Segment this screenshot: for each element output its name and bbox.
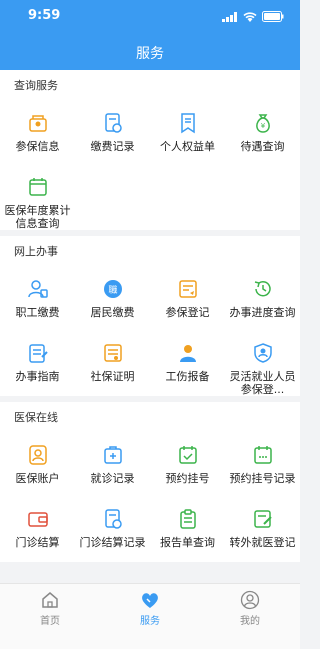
item-label: 就诊记录 [90,472,135,485]
payment-record-icon [104,113,122,133]
section-query: 查询服务 参保信息 缴费记录 个人权益单 ¥ 待遇查询 医保年度累计信息查询 [0,70,300,230]
certificate-icon [103,344,122,362]
page-title: 服务 [136,46,164,62]
guide-icon [28,344,48,363]
resident-icon: 職 [103,280,122,298]
user-icon [240,590,260,610]
tab-mine[interactable]: 我的 [200,584,300,649]
service-item-progress-query[interactable]: 办事进度查询 [225,268,300,332]
item-label: 报告单查询 [160,536,215,549]
item-label: 缴费记录 [90,140,135,153]
service-item-medical-account[interactable]: 医保账户 [0,434,75,498]
app-header: 9:59 服务 [0,0,300,70]
service-content: 查询服务 参保信息 缴费记录 个人权益单 ¥ 待遇查询 医保年度累计信息查询 网… [0,70,300,583]
service-item-settlement-record[interactable]: 门诊结算记录 [75,498,150,562]
service-item-benefits-query[interactable]: ¥ 待遇查询 [225,102,300,166]
service-item-annual-cumulative[interactable]: 医保年度累计信息查询 [0,166,75,230]
calendar-icon [28,178,47,196]
item-label: 办事进度查询 [229,306,296,319]
tab-bar: 首页 服务 我的 [0,583,300,649]
svg-text:¥: ¥ [260,122,265,130]
service-item-guide[interactable]: 办事指南 [0,332,75,396]
battery-icon [262,11,284,22]
calendar-list-icon [253,446,272,464]
item-label: 预约挂号记录 [229,472,296,485]
medical-kit-icon [103,446,122,464]
coins-user-icon [27,280,48,298]
item-label: 职工缴费 [15,306,60,319]
item-label: 待遇查询 [240,140,285,153]
item-label: 转外就医登记 [229,536,296,549]
worker-icon [179,345,196,362]
section-title: 网上办事 [14,245,58,258]
wifi-icon [243,11,257,22]
section-online-affairs: 网上办事 职工缴费 職 居民缴费 参保登记 办事进度查询 办事指南 社保证明 工… [0,236,300,396]
enrollment-form-icon [178,280,197,298]
tab-service[interactable]: 服务 [100,584,200,649]
section-title: 医保在线 [14,411,58,424]
home-icon [42,592,58,608]
service-item-enrollment[interactable]: 参保登记 [150,268,225,332]
item-label: 门诊结算 [15,536,60,549]
calendar-check-icon [178,446,197,464]
service-item-flexible-employment[interactable]: 灵活就业人员参保登... [225,332,300,396]
tab-home[interactable]: 首页 [0,584,100,649]
item-label: 预约挂号 [165,472,210,485]
settlement-record-icon [104,509,122,529]
section-title: 查询服务 [14,79,58,92]
service-item-injury-report[interactable]: 工伤报备 [150,332,225,396]
item-label: 门诊结算记录 [79,536,146,549]
item-label: 居民缴费 [90,306,135,319]
service-item-resident-payment[interactable]: 職 居民缴费 [75,268,150,332]
service-item-employee-payment[interactable]: 职工缴费 [0,268,75,332]
tab-label: 我的 [240,616,260,627]
section-medical-online: 医保在线 医保账户 就诊记录 预约挂号 预约挂号记录 门诊结算 门诊结算记录 报… [0,402,300,562]
item-label: 医保账户 [15,472,60,485]
tab-label: 服务 [140,616,160,627]
wallet-icon [27,512,48,527]
item-label: 个人权益单 [160,140,215,153]
insurance-info-icon [28,115,47,132]
service-item-appointment-record[interactable]: 预约挂号记录 [225,434,300,498]
status-time: 9:59 [28,8,61,23]
shield-user-icon [253,343,272,363]
service-item-referral-registration[interactable]: 转外就医登记 [225,498,300,562]
service-item-insurance-info[interactable]: 参保信息 [0,102,75,166]
referral-icon [253,510,272,528]
service-item-appointment[interactable]: 预约挂号 [150,434,225,498]
item-label: 参保登记 [165,306,210,319]
account-icon [28,445,47,465]
service-item-rights-statement[interactable]: 个人权益单 [150,102,225,166]
item-label: 工伤报备 [165,370,210,383]
service-item-payment-record[interactable]: 缴费记录 [75,102,150,166]
rights-statement-icon [180,113,195,134]
item-label: 灵活就业人员参保登... [229,370,296,396]
tab-label: 首页 [40,616,60,627]
money-bag-icon: ¥ [255,114,270,133]
service-item-visit-record[interactable]: 就诊记录 [75,434,150,498]
item-label: 参保信息 [15,140,60,153]
clock-refresh-icon [254,281,271,297]
service-item-social-certificate[interactable]: 社保证明 [75,332,150,396]
service-item-report-query[interactable]: 报告单查询 [150,498,225,562]
status-bar: 9:59 [0,8,300,24]
status-icons [222,11,284,22]
service-item-outpatient-settlement[interactable]: 门诊结算 [0,498,75,562]
report-icon [179,509,196,529]
signal-icon [222,11,237,22]
heart-icon [142,593,158,608]
svg-text:職: 職 [108,285,117,296]
item-label: 办事指南 [15,370,60,383]
item-label: 社保证明 [90,370,135,383]
item-label: 医保年度累计信息查询 [4,204,71,230]
